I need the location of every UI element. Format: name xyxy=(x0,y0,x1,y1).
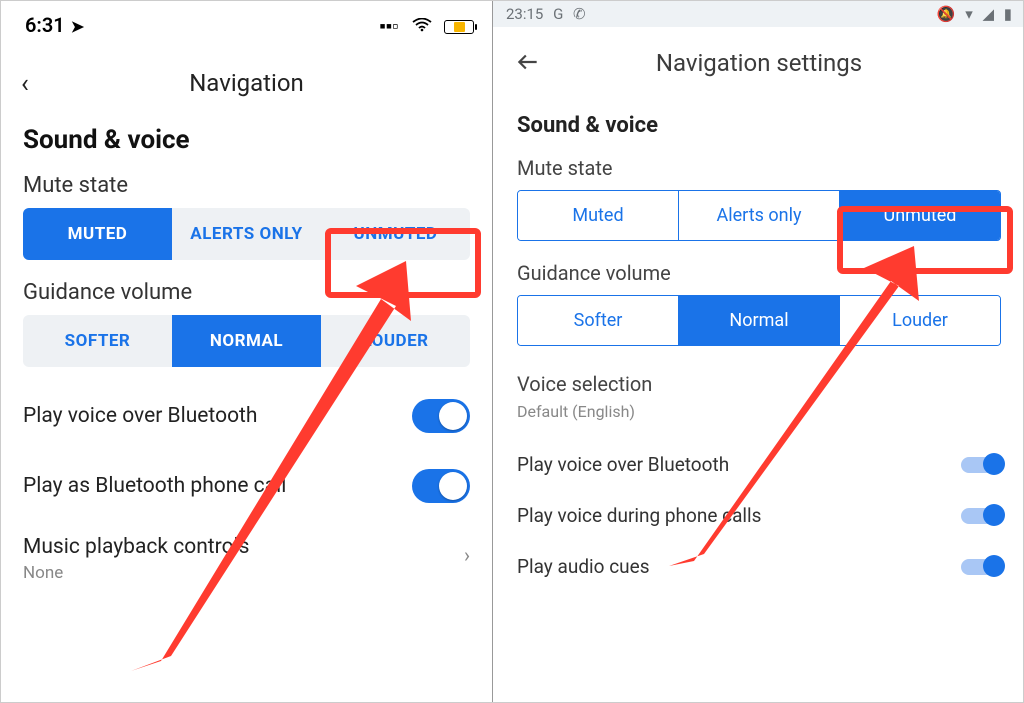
battery-icon xyxy=(444,20,474,34)
guidance-volume-label: Guidance volume xyxy=(1,260,492,315)
guidance-volume-segmented: SOFTER NORMAL LOUDER xyxy=(23,315,470,367)
row-label: Music playback controls xyxy=(23,535,470,559)
wifi-icon xyxy=(412,16,436,37)
mute-state-label: Mute state xyxy=(1,169,492,208)
toggle-label: Play voice over Bluetooth xyxy=(517,453,729,476)
voice-selection-value: Default (English) xyxy=(493,402,1024,439)
music-playback-row[interactable]: Music playback controls None › xyxy=(1,521,492,583)
status-time: 6:31➤ xyxy=(25,13,84,37)
signal-icon: ◢ xyxy=(982,5,994,23)
status-icons: ▪▪▫ xyxy=(371,13,474,37)
guidance-volume-segmented: Softer Normal Louder xyxy=(517,295,1001,346)
mute-state-segmented: MUTED ALERTS ONLY UNMUTED xyxy=(23,208,470,260)
chevron-right-icon: › xyxy=(464,543,470,567)
mute-option-unmuted[interactable]: UNMUTED xyxy=(321,208,470,260)
mute-option-alerts-only[interactable]: ALERTS ONLY xyxy=(172,208,321,260)
page-header: Navigation settings xyxy=(493,27,1024,99)
toggle-label: Play audio cues xyxy=(517,555,650,578)
back-button[interactable] xyxy=(515,49,541,79)
guidance-option-louder[interactable]: Louder xyxy=(839,296,1000,345)
mute-state-segmented: Muted Alerts only Unmuted xyxy=(517,190,1001,241)
guidance-option-normal[interactable]: Normal xyxy=(678,296,839,345)
mute-option-unmuted[interactable]: Unmuted xyxy=(839,191,1000,240)
page-title: Navigation xyxy=(189,69,304,97)
toggle-switch[interactable] xyxy=(412,469,470,503)
mute-option-alerts-only[interactable]: Alerts only xyxy=(678,191,839,240)
status-bar: 6:31➤ ▪▪▫ xyxy=(1,1,492,41)
toggle-label: Play as Bluetooth phone call xyxy=(23,474,286,498)
phone-icon: ✆ xyxy=(573,5,586,23)
toggle-row-bluetooth: Play voice over Bluetooth xyxy=(1,381,492,451)
cell-signal-icon: ▪▪▫ xyxy=(379,16,398,37)
toggle-switch[interactable] xyxy=(961,457,1001,473)
battery-icon: ▮ xyxy=(1004,5,1012,23)
toggle-switch[interactable] xyxy=(961,508,1001,524)
google-icon: G xyxy=(553,5,563,23)
voice-selection-label[interactable]: Voice selection xyxy=(493,366,1024,406)
status-bar: 23:15 G ✆ 🔕 ▾ ◢ ▮ xyxy=(493,1,1024,27)
back-button[interactable]: ‹ xyxy=(21,69,29,99)
mute-option-muted[interactable]: MUTED xyxy=(23,208,172,260)
location-icon: ➤ xyxy=(71,17,84,36)
mute-state-label: Mute state xyxy=(493,156,1024,190)
phone-ios: 6:31➤ ▪▪▫ ‹ Navigation Sound & voice Mut… xyxy=(1,1,493,702)
toggle-row-phone-calls: Play voice during phone calls xyxy=(493,490,1024,541)
toggle-row-audio-cues: Play audio cues xyxy=(493,541,1024,592)
page-title: Navigation settings xyxy=(656,49,862,77)
guidance-volume-label: Guidance volume xyxy=(493,261,1024,295)
status-time: 23:15 xyxy=(506,5,543,23)
guidance-option-softer[interactable]: Softer xyxy=(518,296,678,345)
guidance-option-normal[interactable]: NORMAL xyxy=(172,315,321,367)
guidance-option-softer[interactable]: SOFTER xyxy=(23,315,172,367)
row-subvalue: None xyxy=(23,563,470,583)
mute-option-muted[interactable]: Muted xyxy=(518,191,678,240)
toggle-row-bluetooth: Play voice over Bluetooth xyxy=(493,439,1024,490)
page-header: ‹ Navigation xyxy=(1,41,492,119)
section-title: Sound & voice xyxy=(493,99,1024,156)
toggle-label: Play voice over Bluetooth xyxy=(23,404,258,428)
dropdown-icon: ▾ xyxy=(965,5,973,23)
section-title: Sound & voice xyxy=(1,119,492,169)
mute-icon: 🔕 xyxy=(937,5,956,23)
toggle-switch[interactable] xyxy=(961,559,1001,575)
guidance-option-louder[interactable]: LOUDER xyxy=(321,315,470,367)
toggle-label: Play voice during phone calls xyxy=(517,504,761,527)
toggle-switch[interactable] xyxy=(412,399,470,433)
toggle-row-bt-call: Play as Bluetooth phone call xyxy=(1,451,492,521)
phone-android: 23:15 G ✆ 🔕 ▾ ◢ ▮ Navigation settings So… xyxy=(493,1,1024,702)
